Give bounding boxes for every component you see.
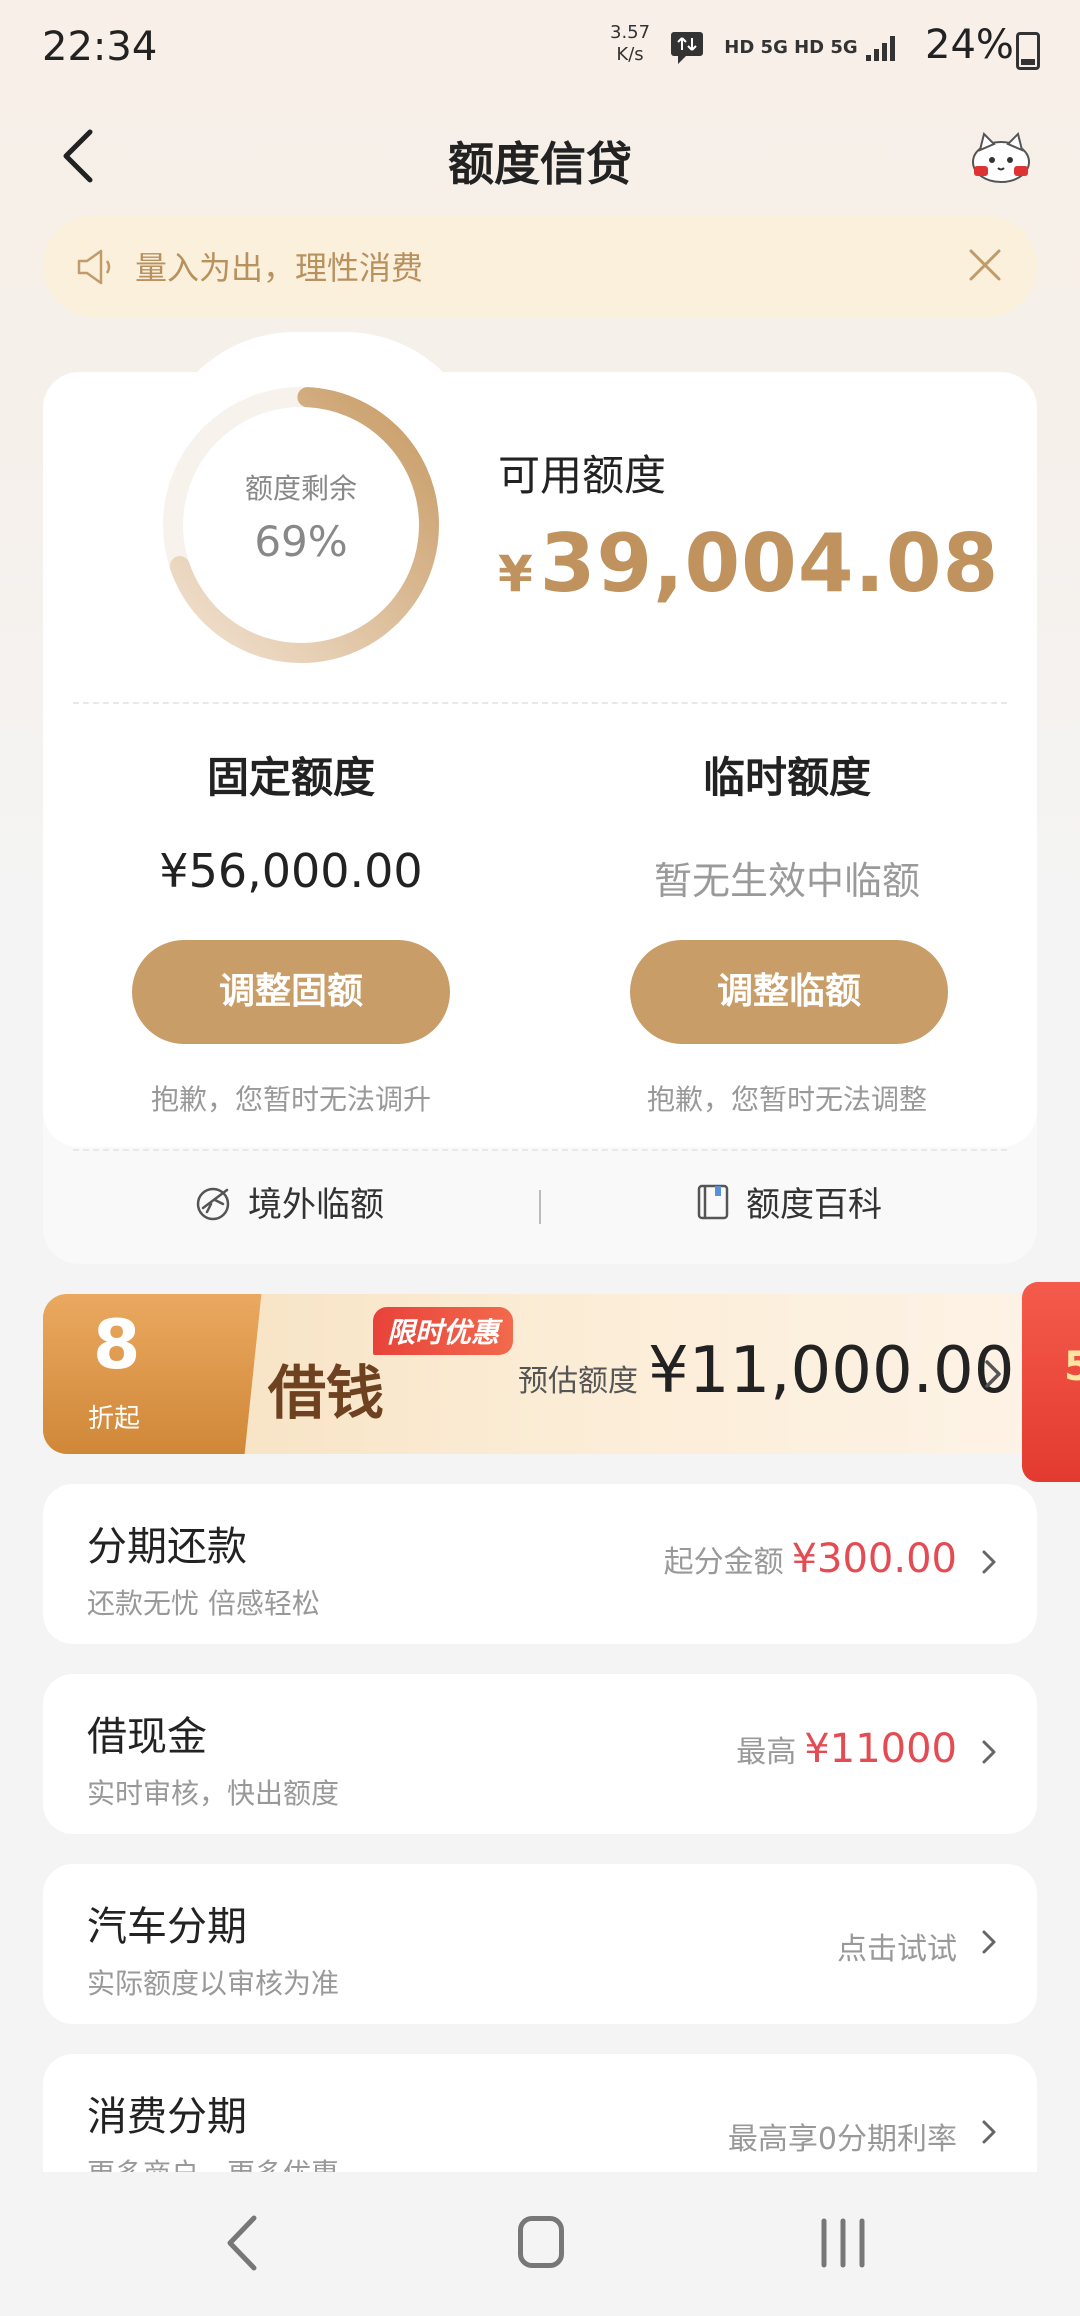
loan-banner[interactable]: 8 折起 借钱 限时优惠 预估额度 ¥11,000.00	[43, 1294, 1043, 1454]
page-title: 额度信贷	[448, 137, 632, 191]
overseas-quota-link[interactable]: 境外临额	[248, 1177, 384, 1226]
temp-quota-title: 临时额度	[702, 753, 871, 802]
divider	[73, 1149, 1007, 1151]
signal-icon	[865, 36, 895, 61]
loan-title: 借钱	[268, 1359, 385, 1427]
row-title: 消费分期	[87, 2094, 247, 2140]
chevron-right-icon	[985, 1360, 1001, 1388]
estimate-amount: ¥11,000.00	[648, 1334, 1015, 1408]
quota-encyclopedia-link[interactable]: 额度百科	[746, 1177, 882, 1226]
message-icon	[671, 32, 703, 64]
row-title: 分期还款	[87, 1524, 247, 1570]
chevron-right-icon	[982, 2120, 996, 2144]
nav-recents-icon[interactable]	[818, 2218, 868, 2268]
network-indicators: HD 5G HD 5G	[668, 28, 904, 68]
ring-percent: 69%	[254, 517, 348, 566]
row-title: 汽车分期	[87, 1904, 247, 1950]
available-amount: ¥39,004.08	[498, 517, 1000, 610]
row-right-info: 最高 ¥11000	[736, 1726, 957, 1772]
book-icon[interactable]	[693, 1182, 733, 1222]
overseas-plane-icon[interactable]	[193, 1182, 233, 1222]
row-amount: ¥300.00	[791, 1536, 957, 1582]
row-title: 借现金	[87, 1714, 207, 1760]
nav-home-icon[interactable]	[518, 2216, 564, 2268]
battery-icon	[1016, 32, 1040, 70]
link-separator	[539, 1190, 541, 1224]
discount-suffix: 折起	[88, 1404, 141, 1434]
fixed-quota-note: 抱歉，您暂时无法调升	[150, 1083, 431, 1116]
adjust-fixed-button[interactable]: 调整固额	[132, 940, 450, 1044]
chevron-right-icon	[982, 1550, 996, 1574]
close-icon[interactable]	[963, 243, 1007, 287]
ring-label: 额度剩余	[244, 472, 357, 505]
service-row-cash-loan[interactable]: 借现金 实时审核，快出额度 最高 ¥11000	[43, 1674, 1037, 1834]
service-row-car-installment[interactable]: 汽车分期 实际额度以审核为准 点击试试	[43, 1864, 1037, 2024]
mascot-cat-icon[interactable]	[968, 130, 1034, 184]
fixed-quota-value: ¥56,000.00	[159, 844, 423, 898]
row-subtitle: 实际额度以审核为准	[87, 1967, 340, 2000]
temp-quota-note: 抱歉，您暂时无法调整	[646, 1083, 927, 1116]
row-amount: ¥11000	[804, 1726, 957, 1772]
row-subtitle: 还款无忧 倍感轻松	[87, 1587, 320, 1620]
row-subtitle: 实时审核，快出额度	[87, 1777, 340, 1810]
nav-back-icon[interactable]	[218, 2210, 268, 2276]
discount-number: 8	[93, 1306, 141, 1385]
status-bar: 22:34 3.57 K/s HD 5G HD 5G 24%	[0, 0, 1080, 100]
currency-symbol: ¥	[498, 545, 534, 603]
estimate-label: 预估额度	[518, 1364, 638, 1399]
temp-quota-value: 暂无生效中临额	[653, 859, 920, 903]
notice-banner: 量入为出，理性消费	[43, 215, 1037, 317]
row-right-info: 最高享0分期利率	[727, 2122, 957, 2157]
adjust-temp-button[interactable]: 调整临额	[630, 940, 948, 1044]
available-label: 可用额度	[498, 451, 667, 500]
divider	[73, 702, 1007, 704]
chevron-right-icon	[982, 1930, 996, 1954]
quota-card: 额度剩余 69% 可用额度 ¥39,004.08 固定额度 ¥56,000.00…	[43, 372, 1037, 1264]
notice-text: 量入为出，理性消费	[135, 249, 424, 287]
battery-percent: 24%	[925, 22, 1014, 68]
chevron-right-icon	[982, 1740, 996, 1764]
service-row-installment-repay[interactable]: 分期还款 还款无忧 倍感轻松 起分金额 ¥300.00	[43, 1484, 1037, 1644]
status-time: 22:34	[42, 24, 158, 70]
speaker-icon	[77, 249, 111, 285]
row-right-info: 点击试试	[837, 1932, 957, 1967]
app-header: 额度信贷	[0, 100, 1080, 220]
fixed-quota-title: 固定额度	[206, 753, 375, 802]
row-right-info: 起分金额 ¥300.00	[663, 1536, 957, 1582]
floating-red-packet[interactable]: 5	[1022, 1282, 1080, 1482]
system-nav-bar	[0, 2172, 1080, 2316]
network-speed: 3.57 K/s	[610, 22, 651, 65]
promo-tag: 限时优惠	[373, 1307, 514, 1355]
